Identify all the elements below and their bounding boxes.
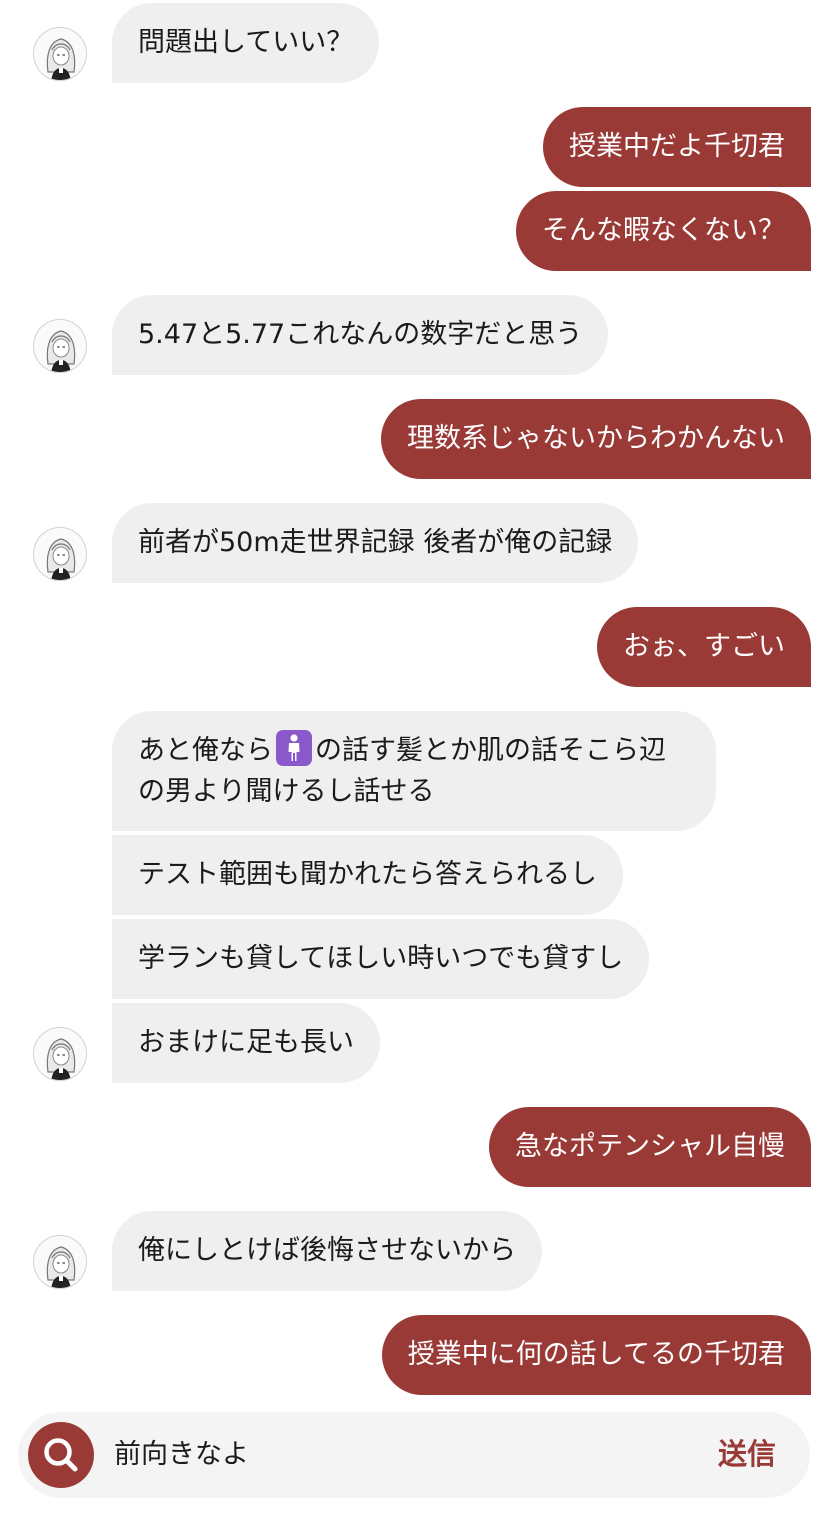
- message-input-bar[interactable]: 前向きなよ 送信: [18, 1412, 810, 1498]
- incoming-message: 俺にしとけば後悔させないから: [112, 1211, 542, 1291]
- avatar[interactable]: [33, 1027, 87, 1081]
- incoming-message: 問題出していい？: [112, 3, 380, 83]
- incoming-message: 5.47と5.77これなんの数字だと思う: [112, 295, 609, 375]
- outgoing-message: おぉ、すごい: [597, 607, 811, 687]
- woman-standing-icon: [276, 730, 312, 766]
- avatar[interactable]: [33, 319, 87, 373]
- incoming-message: おまけに足も長い: [112, 1003, 380, 1083]
- incoming-message: あと俺なら の話す髪とか肌の話そこら辺の男より聞けるし話せる: [112, 711, 716, 831]
- outgoing-message: 授業中だよ千切君: [543, 107, 811, 187]
- search-button[interactable]: [28, 1422, 94, 1488]
- outgoing-message: 急なポテンシャル自慢: [489, 1107, 811, 1187]
- search-icon: [44, 1438, 78, 1472]
- send-button[interactable]: 送信: [718, 1433, 776, 1475]
- message-text: あと俺なら: [138, 735, 273, 766]
- avatar[interactable]: [33, 27, 87, 81]
- avatar[interactable]: [33, 1235, 87, 1289]
- incoming-message: 前者が50m走世界記録 後者が俺の記録: [112, 503, 639, 583]
- message-input[interactable]: 前向きなよ: [114, 1434, 249, 1475]
- outgoing-message: 理数系じゃないからわかんない: [381, 399, 811, 479]
- incoming-message: 学ランも貸してほしい時いつでも貸すし: [112, 919, 650, 999]
- avatar[interactable]: [33, 527, 87, 581]
- incoming-message: テスト範囲も聞かれたら答えられるし: [112, 835, 623, 915]
- outgoing-message: 授業中に何の話してるの千切君: [381, 1315, 811, 1395]
- outgoing-message: そんな暇なくない？: [516, 191, 811, 271]
